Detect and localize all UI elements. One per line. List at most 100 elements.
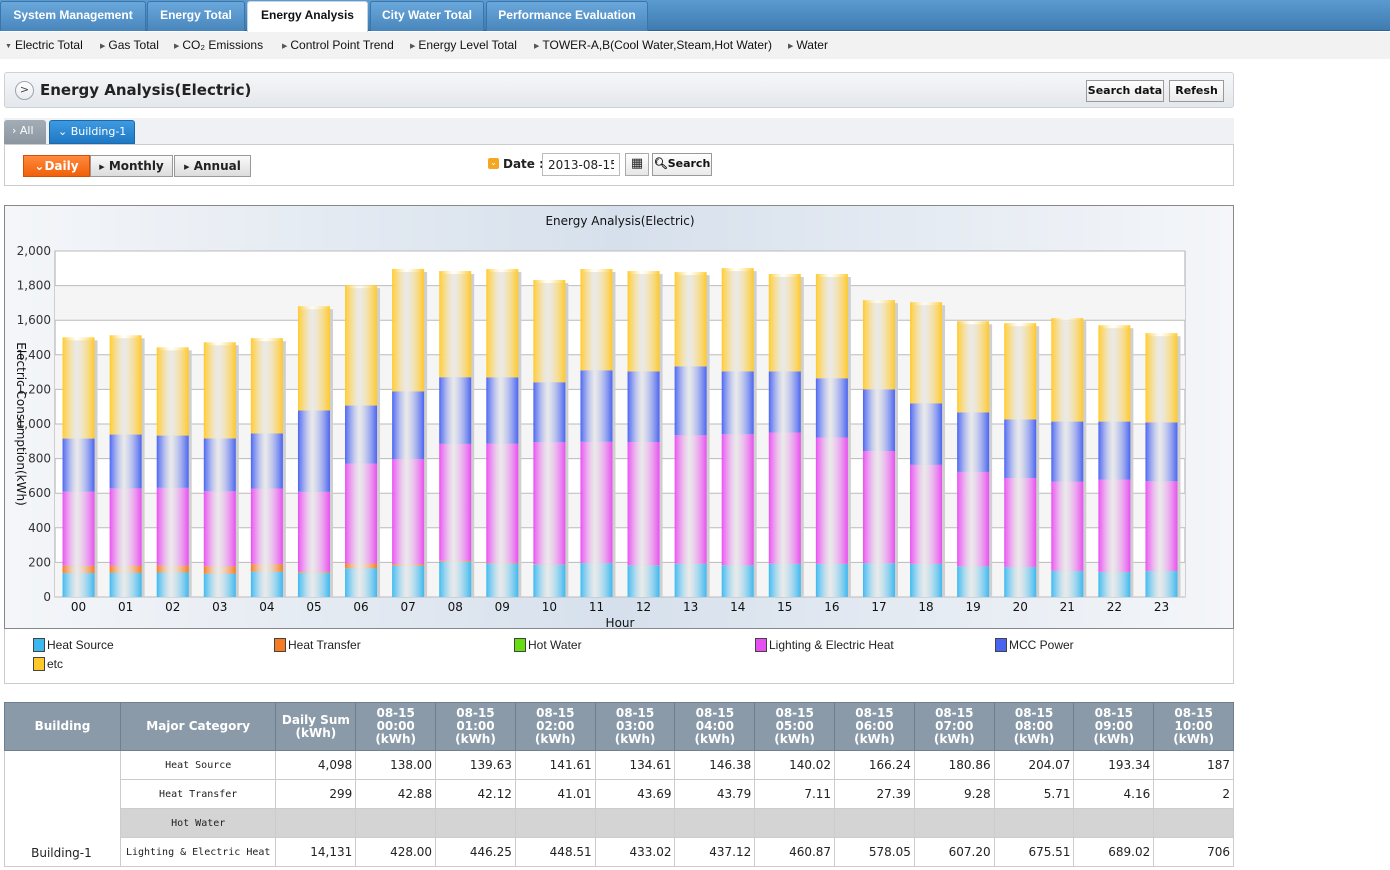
x-tick-label: 21 — [1060, 600, 1075, 614]
period-daily-button[interactable]: ⌄Daily — [23, 155, 90, 177]
bar-segment-heat-source — [957, 566, 990, 597]
chart-legend: Heat Source Heat Transfer Hot Water Ligh… — [4, 629, 1234, 684]
tab-building-1[interactable]: ⌄ Building-1 — [49, 120, 135, 144]
date-bullet-icon: ⌄ — [488, 158, 499, 169]
value-cell: 139.63 — [435, 750, 516, 780]
bar-segment-lighting-electric-heat — [768, 432, 801, 564]
subnav-tower-ab[interactable]: ▶ TOWER-A,B(Cool Water,Steam,Hot Water) — [534, 38, 772, 52]
bar-segment-etc — [862, 300, 895, 390]
search-button[interactable]: 🔍︎Search — [652, 153, 712, 176]
bar-segment-heat-source — [1098, 572, 1131, 597]
page-title: Energy Analysis(Electric) — [40, 81, 252, 99]
legend-label: etc — [47, 657, 64, 671]
y-tick-label: 400 — [28, 521, 51, 535]
bar-segment-mcc-power — [109, 434, 142, 489]
value-cell — [993, 808, 1075, 838]
header-line: 06:00 — [855, 719, 894, 733]
value-cell: 187 — [1153, 750, 1234, 780]
value-cell: 43.79 — [674, 779, 756, 809]
value-cell: 27.39 — [834, 779, 915, 809]
period-annual-button[interactable]: ▶ Annual — [174, 155, 251, 177]
bar-segment-etc — [533, 280, 566, 383]
bar-segment-mcc-power — [297, 410, 330, 492]
value-cell: 193.34 — [1073, 750, 1155, 780]
stacked-bar-chart: Energy Analysis(Electric)02004006008001,… — [14, 214, 1186, 630]
bar-segment-lighting-electric-heat — [1051, 481, 1084, 571]
legend-item-heat-source[interactable]: Heat Source — [33, 638, 114, 652]
value-cell: 2 — [1153, 779, 1234, 809]
value-cell: 166.24 — [834, 750, 915, 780]
bar-segment-heat-source — [297, 572, 330, 597]
value-cell: 4.16 — [1073, 779, 1155, 809]
bar-segment-mcc-power — [910, 403, 943, 465]
subnav-label: Electric Total — [14, 38, 83, 52]
x-tick-label: 22 — [1107, 600, 1122, 614]
legend-item-lighting[interactable]: Lighting & Electric Heat — [755, 638, 894, 652]
subnav-control-point-trend[interactable]: ▶ Control Point Trend — [282, 38, 394, 52]
legend-swatch — [995, 638, 1007, 652]
col-hour: 08-15 02:00 (kWh) — [514, 702, 596, 751]
daily-sum-cell: 299 — [275, 779, 357, 809]
calendar-icon[interactable]: ▦ — [625, 153, 649, 176]
value-cell: 43.69 — [594, 779, 676, 809]
legend-item-etc[interactable]: etc — [33, 657, 63, 671]
legend-swatch — [33, 638, 45, 652]
header-line: (kWh) — [774, 732, 816, 746]
col-major-category: Major Category — [119, 702, 277, 751]
chevron-down-icon: ⌄ — [34, 159, 45, 173]
bar-segment-mcc-power — [862, 389, 895, 451]
header-line: 08-15 — [775, 706, 814, 720]
legend-swatch — [274, 638, 286, 652]
subnav-energy-level-total[interactable]: ▶ Energy Level Total — [410, 38, 517, 52]
bar-segment-heat-source — [345, 568, 378, 597]
x-tick-label: 01 — [118, 600, 133, 614]
header-line: (kWh) — [614, 732, 656, 746]
bar-segment-lighting-electric-heat — [62, 491, 95, 566]
header-line: 10:00 — [1174, 719, 1213, 733]
search-data-button[interactable]: Search data — [1086, 80, 1164, 102]
bar-segment-mcc-power — [439, 377, 472, 444]
value-cell: 460.87 — [754, 837, 836, 867]
tab-performance-evaluation[interactable]: Performance Evaluation — [486, 1, 648, 31]
caret-right-icon: › — [12, 124, 17, 137]
bar-segment-etc — [1004, 323, 1037, 420]
x-tick-label: 08 — [448, 600, 463, 614]
subnav-co2-emissions[interactable]: ▶ CO₂ Emissions — [174, 38, 263, 52]
data-table-container[interactable]: Building Major Category Daily Sum (kWh) 0… — [4, 702, 1234, 870]
bar-segment-heat-transfer — [486, 562, 519, 564]
legend-item-hot-water[interactable]: Hot Water — [514, 638, 582, 652]
tab-city-water-total[interactable]: City Water Total — [370, 1, 484, 31]
y-tick-label: 2,000 — [17, 244, 51, 258]
category-cell: Hot Water — [119, 808, 277, 838]
search-label: Search — [667, 157, 711, 170]
tab-all[interactable]: › All — [4, 120, 46, 144]
tab-energy-total[interactable]: Energy Total — [147, 1, 245, 31]
header-line: (kWh) — [1093, 732, 1135, 746]
tab-energy-analysis[interactable]: Energy Analysis — [247, 1, 368, 32]
tab-system-management[interactable]: System Management — [0, 1, 146, 31]
refresh-button[interactable]: Refesh — [1169, 80, 1224, 102]
y-tick-label: 800 — [28, 452, 51, 466]
bar-segment-heat-source — [109, 572, 142, 597]
value-cell — [435, 808, 516, 838]
period-monthly-button[interactable]: ▶ Monthly — [90, 155, 173, 177]
col-hour: 08-15 05:00 (kWh) — [754, 702, 836, 751]
subnav-gas-total[interactable]: ▶ Gas Total — [100, 38, 159, 52]
x-tick-label: 05 — [306, 600, 321, 614]
legend-swatch — [33, 657, 45, 671]
subnav-electric-total[interactable]: ▼ Electric Total — [5, 38, 83, 52]
bar-segment-etc — [1098, 325, 1131, 422]
caret-right-icon: ▶ — [174, 43, 180, 50]
header-line: 08-15 — [376, 706, 415, 720]
bar-segment-lighting-electric-heat — [533, 442, 566, 565]
legend-item-heat-transfer[interactable]: Heat Transfer — [274, 638, 361, 652]
date-input[interactable] — [542, 153, 620, 176]
bar-segment-etc — [1051, 318, 1084, 422]
legend-item-mcc-power[interactable]: MCC Power — [995, 638, 1074, 652]
subnav-water[interactable]: ▶ Water — [788, 38, 828, 52]
value-cell: 42.12 — [435, 779, 516, 809]
bar-segment-etc — [203, 342, 236, 439]
bar-segment-etc — [297, 306, 330, 411]
value-cell — [834, 808, 915, 838]
col-hour: 08-15 08:00 (kWh) — [993, 702, 1075, 751]
